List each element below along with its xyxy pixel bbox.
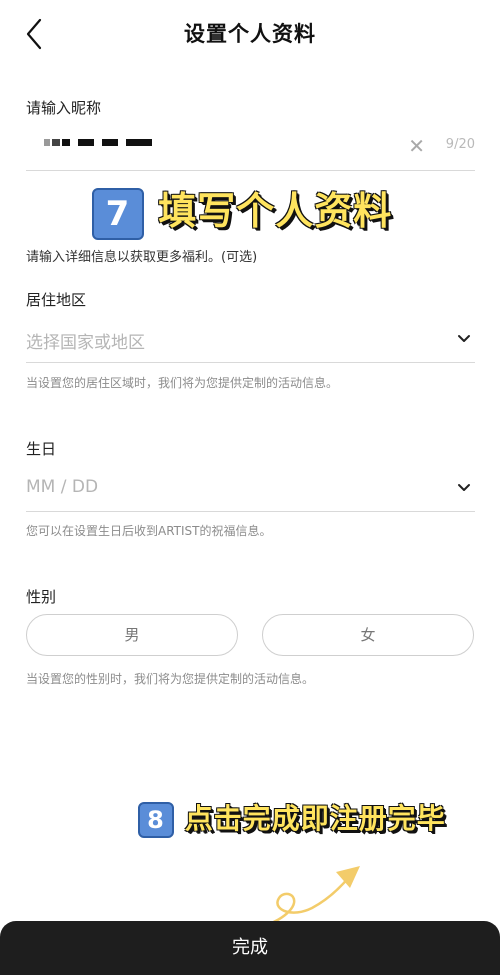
done-button[interactable]: 完成: [0, 921, 500, 975]
gender-hint: 当设置您的性别时，我们将为您提供定制的活动信息。: [26, 672, 315, 686]
gender-male-button[interactable]: 男: [26, 614, 238, 656]
nickname-label: 请输入昵称: [26, 99, 102, 117]
nickname-input[interactable]: ✕ 9/20: [26, 126, 475, 171]
clear-icon[interactable]: ✕: [408, 134, 425, 158]
region-select[interactable]: 选择国家或地区: [26, 318, 475, 363]
birthday-placeholder: MM / DD: [26, 477, 99, 497]
chevron-down-icon: [458, 335, 470, 342]
step8-badge: 8: [138, 802, 174, 838]
birthday-hint: 您可以在设置生日后收到ARTIST的祝福信息。: [26, 524, 272, 538]
gender-female-button[interactable]: 女: [262, 614, 474, 656]
page-title: 设置个人资料: [184, 22, 316, 46]
intro-text: 请输入详细信息以获取更多福利。(可选): [26, 250, 258, 265]
step7-callout: 7 填写个人资料: [92, 180, 392, 240]
birthday-select[interactable]: MM / DD: [26, 467, 475, 512]
step7-text: 填写个人资料: [158, 189, 393, 233]
step7-badge: 7: [92, 187, 144, 240]
gender-label: 性别: [26, 588, 57, 606]
step8-callout: 8 点击完成即注册完毕: [138, 797, 446, 838]
region-hint: 当设置您的居住区域时，我们将为您提供定制的活动信息。: [26, 376, 339, 390]
character-counter: 9/20: [445, 137, 475, 152]
birthday-label: 生日: [26, 440, 57, 458]
region-label: 居住地区: [26, 291, 87, 309]
step8-text: 点击完成即注册完毕: [184, 802, 446, 835]
chevron-down-icon: [458, 484, 470, 491]
region-placeholder: 选择国家或地区: [26, 333, 145, 353]
